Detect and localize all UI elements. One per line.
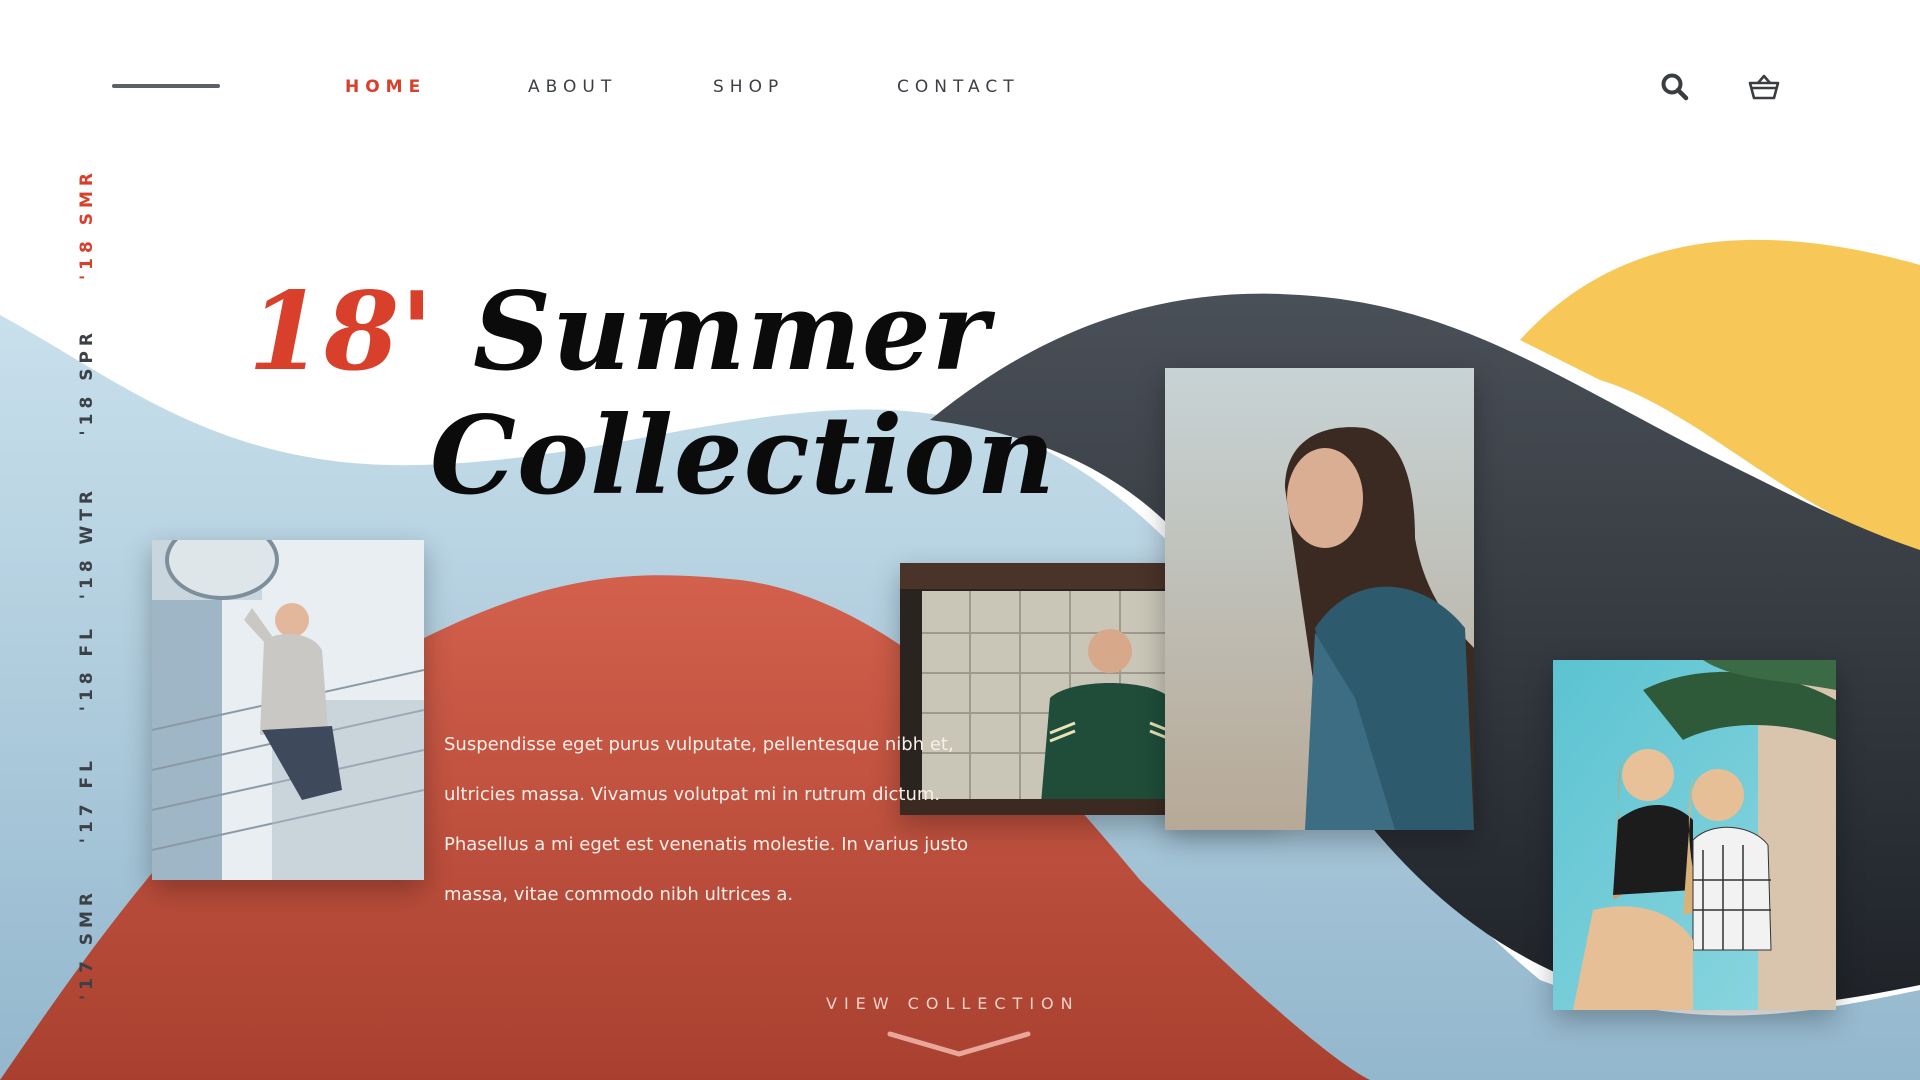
- nav-about[interactable]: ABOUT: [528, 76, 617, 98]
- photo-man-glasses[interactable]: [152, 540, 424, 880]
- photo-women-pool[interactable]: [1553, 660, 1836, 1010]
- menu-icon[interactable]: [112, 84, 220, 88]
- hero-title-line2: Collection: [430, 393, 1056, 519]
- season-18-smr[interactable]: '18 SMR: [70, 168, 104, 280]
- nav-shop[interactable]: SHOP: [713, 76, 784, 98]
- season-18-wtr[interactable]: '18 WTR: [70, 486, 104, 599]
- season-18-spr[interactable]: '18 SPR: [70, 328, 104, 436]
- nav-contact[interactable]: CONTACT: [897, 76, 1020, 98]
- nav-home[interactable]: HOME: [345, 76, 426, 98]
- hero-title: 18' Summer Collection: [248, 270, 1056, 518]
- hero-title-line1: Summer: [472, 269, 990, 395]
- season-18-fl[interactable]: '18 FL: [70, 624, 104, 711]
- search-icon[interactable]: [1658, 70, 1692, 104]
- view-collection-button[interactable]: VIEW COLLECTION: [826, 994, 1080, 1013]
- season-17-fl[interactable]: '17 FL: [70, 756, 104, 843]
- hero-description: Suspendisse eget purus vulputate, pellen…: [444, 734, 969, 905]
- season-list: '18 SMR '18 SPR '18 WTR '18 FL '17 FL '1…: [70, 168, 104, 1000]
- chevron-down-icon[interactable]: [886, 1028, 1032, 1062]
- basket-icon[interactable]: [1747, 70, 1781, 104]
- photo-woman-denim[interactable]: [1165, 368, 1474, 830]
- season-17-smr[interactable]: '17 SMR: [70, 888, 104, 1000]
- hero-year: 18': [248, 269, 435, 395]
